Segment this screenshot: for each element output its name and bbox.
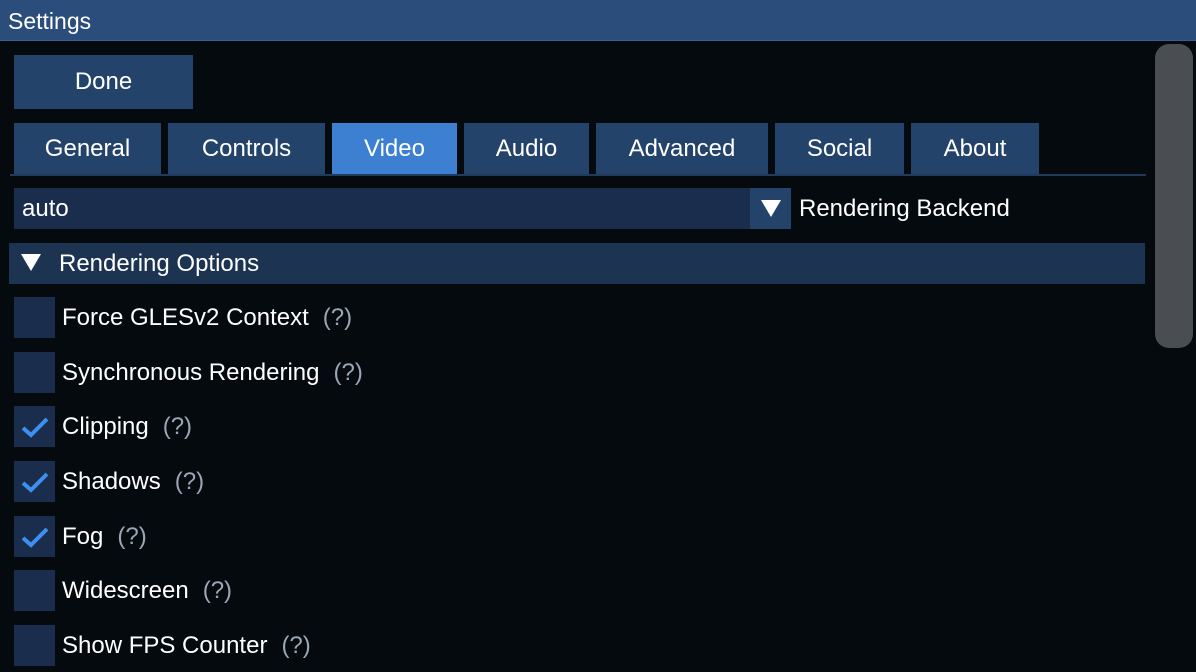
tab-divider — [10, 174, 1146, 176]
help-link[interactable]: (?) — [163, 413, 192, 440]
checkmark-icon — [21, 417, 48, 438]
rendering-options-header[interactable]: Rendering Options — [9, 243, 1145, 284]
option-show-fps-counter: Show FPS Counter (?) — [14, 625, 1134, 666]
option-label: Fog — [62, 523, 104, 550]
checkbox[interactable] — [14, 625, 55, 666]
title-bar: Settings — [0, 0, 1196, 41]
triangle-down-icon — [21, 254, 41, 277]
scrollbar-thumb[interactable] — [1155, 44, 1193, 348]
help-link[interactable]: (?) — [334, 359, 363, 386]
option-label: Clipping — [62, 413, 149, 440]
rendering-backend-label: Rendering Backend — [799, 195, 1010, 222]
tab-social[interactable]: Social — [775, 123, 904, 174]
checkmark-icon — [21, 527, 48, 548]
option-shadows: Shadows (?) — [14, 461, 1134, 502]
option-fog: Fog (?) — [14, 516, 1134, 557]
checkmark-icon — [21, 472, 48, 493]
section-label: Rendering Options — [59, 250, 260, 277]
tab-controls[interactable]: Controls — [168, 123, 325, 174]
done-button[interactable]: Done — [14, 55, 193, 109]
checkbox[interactable] — [14, 352, 55, 393]
checkbox[interactable] — [14, 461, 55, 502]
triangle-down-icon[interactable] — [750, 188, 791, 229]
checkbox[interactable] — [14, 297, 55, 338]
help-link[interactable]: (?) — [175, 468, 204, 495]
option-label: Shadows — [62, 468, 161, 495]
window-title: Settings — [8, 8, 92, 34]
settings-panel: Done General Controls Video Audio Advanc… — [0, 41, 1196, 672]
tab-advanced[interactable]: Advanced — [596, 123, 768, 174]
help-link[interactable]: (?) — [117, 523, 146, 550]
checkbox[interactable] — [14, 516, 55, 557]
tab-general[interactable]: General — [14, 123, 161, 174]
option-label: Synchronous Rendering — [62, 359, 320, 386]
tab-video[interactable]: Video — [332, 123, 457, 174]
option-force-glesv2: Force GLESv2 Context (?) — [14, 297, 1134, 338]
option-label: Widescreen — [62, 577, 189, 604]
tab-audio[interactable]: Audio — [464, 123, 589, 174]
checkbox[interactable] — [14, 406, 55, 447]
help-link[interactable]: (?) — [281, 632, 310, 659]
rendering-backend-dropdown[interactable]: auto — [14, 188, 791, 229]
option-clipping: Clipping (?) — [14, 406, 1134, 447]
option-label: Show FPS Counter — [62, 632, 268, 659]
tab-about[interactable]: About — [911, 123, 1039, 174]
option-widescreen: Widescreen (?) — [14, 570, 1134, 611]
help-link[interactable]: (?) — [203, 577, 232, 604]
dropdown-value: auto — [22, 195, 69, 222]
checkbox[interactable] — [14, 570, 55, 611]
option-label: Force GLESv2 Context — [62, 304, 309, 331]
option-synchronous-rendering: Synchronous Rendering (?) — [14, 352, 1134, 393]
help-link[interactable]: (?) — [323, 304, 352, 331]
